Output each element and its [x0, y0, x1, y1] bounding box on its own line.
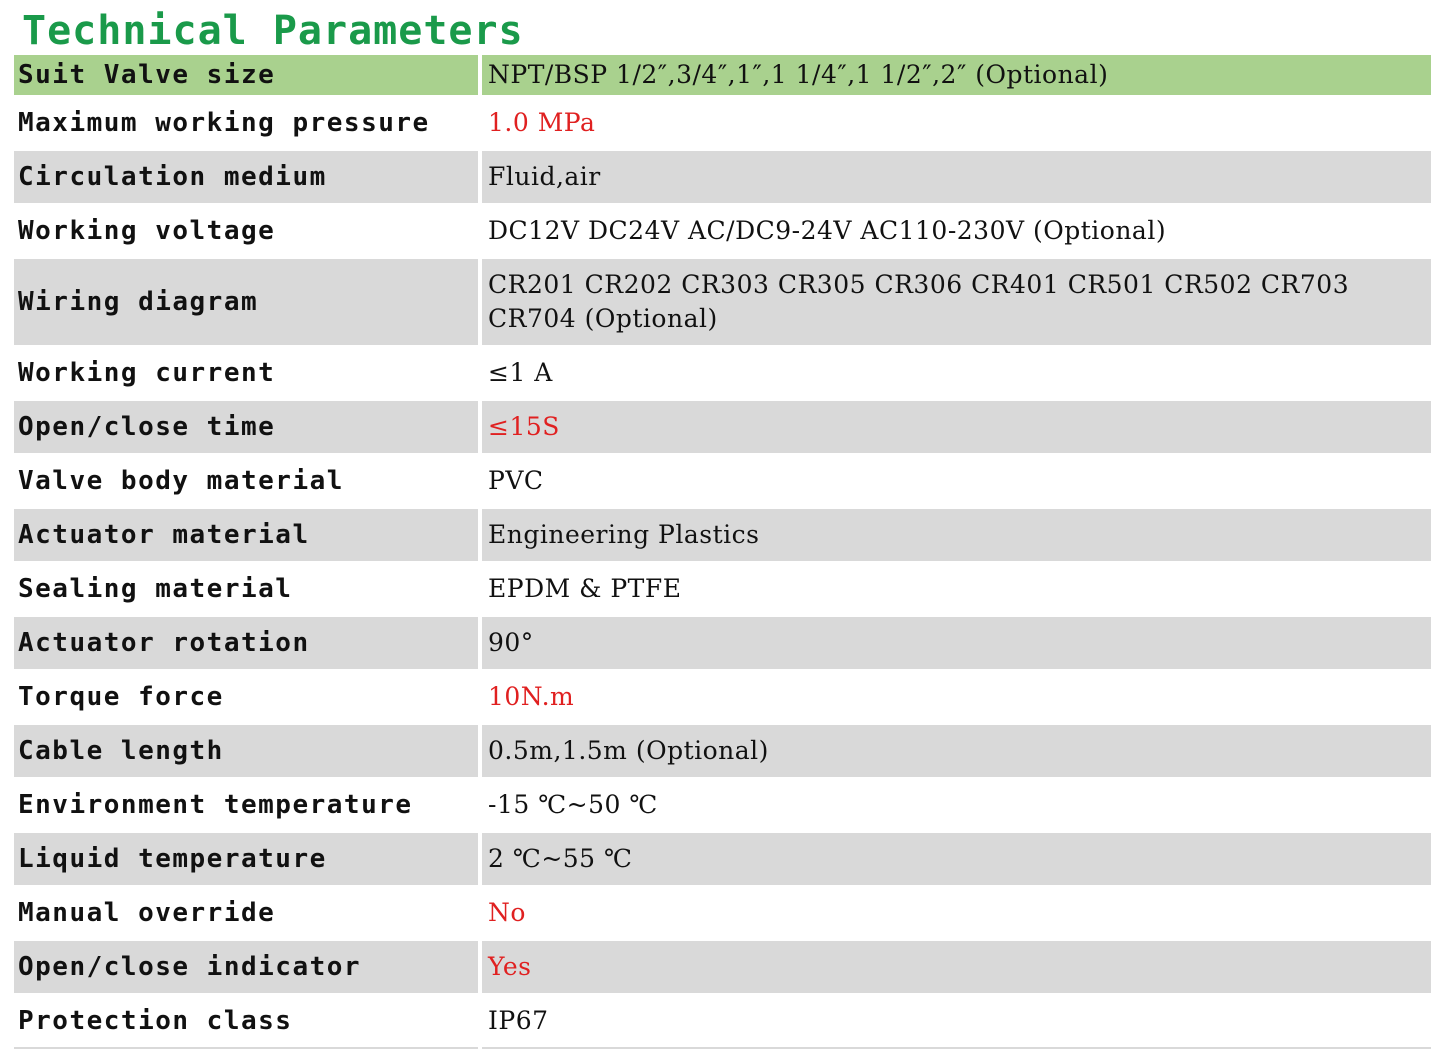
table-row: Open/close time ≤15S	[14, 400, 1431, 455]
row-label: Valve body material	[14, 454, 482, 509]
table-row: Maximum working pressure 1.0 MPa	[14, 96, 1431, 151]
row-label: Protection class	[14, 994, 482, 1049]
row-value: 0.5m,1.5m (Optional)	[480, 724, 1431, 779]
technical-parameters-table: Suit Valve size NPT/BSP 1/2″,3/4″,1″,1 1…	[14, 55, 1431, 1049]
table-row: Circulation medium Fluid,air	[14, 150, 1431, 205]
row-label: Torque force	[14, 670, 482, 725]
table-row: Sealing material EPDM & PTFE	[14, 562, 1431, 617]
row-value: Engineering Plastics	[480, 508, 1431, 563]
table-row: Working voltage DC12V DC24V AC/DC9-24V A…	[14, 204, 1431, 259]
row-value: 2 ℃~55 ℃	[480, 832, 1431, 887]
table-row: Environment temperature -15 ℃~50 ℃	[14, 778, 1431, 833]
row-value: ≤15S	[480, 400, 1431, 455]
row-label: Circulation medium	[14, 150, 482, 205]
row-value: Yes	[480, 940, 1431, 995]
row-value: NPT/BSP 1/2″,3/4″,1″,1 1/4″,1 1/2″,2″ (O…	[480, 55, 1431, 97]
table-row: Open/close indicator Yes	[14, 940, 1431, 995]
table-row: Working current ≤1 A	[14, 346, 1431, 401]
row-label: Working current	[14, 346, 482, 401]
row-value: IP67	[480, 994, 1431, 1049]
row-value: 10N.m	[480, 670, 1431, 725]
row-label: Actuator material	[14, 508, 482, 563]
row-label: Working voltage	[14, 204, 482, 259]
row-label: Suit Valve size	[14, 55, 482, 97]
row-label: Actuator rotation	[14, 616, 482, 671]
table-row: Liquid temperature 2 ℃~55 ℃	[14, 832, 1431, 887]
row-label: Maximum working pressure	[14, 96, 482, 151]
table-row: Actuator material Engineering Plastics	[14, 508, 1431, 563]
row-label: Cable length	[14, 724, 482, 779]
table-row: Cable length 0.5m,1.5m (Optional)	[14, 724, 1431, 779]
row-label: Wiring diagram	[14, 258, 482, 347]
row-label: Open/close time	[14, 400, 482, 455]
table-row: Actuator rotation 90°	[14, 616, 1431, 671]
row-value: PVC	[480, 454, 1431, 509]
row-value: No	[480, 886, 1431, 941]
table-row: Protection class IP67	[14, 994, 1431, 1049]
page-title: Technical Parameters	[22, 8, 524, 54]
row-value: Fluid,air	[480, 150, 1431, 205]
row-value: DC12V DC24V AC/DC9-24V AC110-230V (Optio…	[480, 204, 1431, 259]
row-label: Manual override	[14, 886, 482, 941]
table-row: Suit Valve size NPT/BSP 1/2″,3/4″,1″,1 1…	[14, 55, 1431, 97]
row-label: Environment temperature	[14, 778, 482, 833]
row-label: Liquid temperature	[14, 832, 482, 887]
row-value: 90°	[480, 616, 1431, 671]
row-value: EPDM & PTFE	[480, 562, 1431, 617]
row-value: ≤1 A	[480, 346, 1431, 401]
table-row: Wiring diagram CR201 CR202 CR303 CR305 C…	[14, 258, 1431, 347]
row-value: CR201 CR202 CR303 CR305 CR306 CR401 CR50…	[480, 258, 1431, 347]
row-label: Sealing material	[14, 562, 482, 617]
table-row: Manual override No	[14, 886, 1431, 941]
table-row: Valve body material PVC	[14, 454, 1431, 509]
table-row: Torque force 10N.m	[14, 670, 1431, 725]
row-value: 1.0 MPa	[480, 96, 1431, 151]
row-label: Open/close indicator	[14, 940, 482, 995]
row-value: -15 ℃~50 ℃	[480, 778, 1431, 833]
